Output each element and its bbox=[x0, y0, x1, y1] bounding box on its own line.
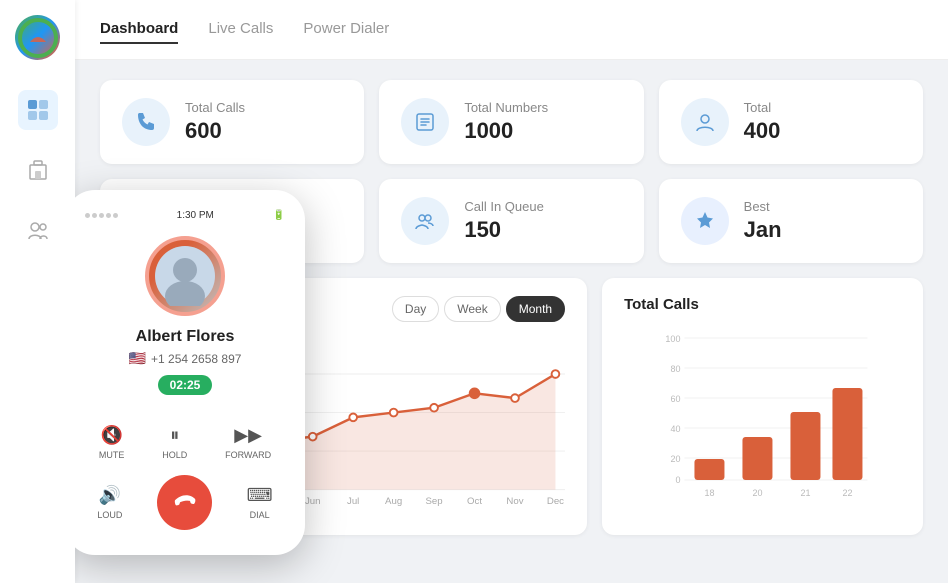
svg-text:22: 22 bbox=[843, 488, 853, 498]
phone-time: 1:30 PM bbox=[177, 210, 214, 221]
phone-status-bar: 1:30 PM 🔋 bbox=[80, 210, 290, 221]
svg-text:Jun: Jun bbox=[305, 496, 321, 507]
main-area: Dashboard Live Calls Power Dialer Total … bbox=[75, 0, 948, 583]
svg-text:60: 60 bbox=[671, 394, 681, 404]
call-queue-value: 150 bbox=[464, 217, 544, 243]
tab-live-calls[interactable]: Live Calls bbox=[208, 15, 273, 44]
svg-text:Aug: Aug bbox=[385, 496, 402, 507]
dial-button[interactable]: ⌨ DIAL bbox=[247, 485, 273, 520]
tab-power-dialer[interactable]: Power Dialer bbox=[303, 15, 389, 44]
svg-text:0: 0 bbox=[676, 475, 681, 485]
mute-icon: 🔇 bbox=[100, 425, 122, 446]
forward-button[interactable]: ▶▶ FORWARD bbox=[225, 425, 271, 460]
app-logo bbox=[15, 15, 60, 60]
total-agents-value: 400 bbox=[744, 118, 781, 144]
bar-chart-area: 100 80 60 40 20 0 bbox=[624, 328, 901, 508]
svg-text:20: 20 bbox=[753, 488, 763, 498]
hangup-button[interactable] bbox=[157, 475, 212, 530]
agents-icon bbox=[681, 98, 729, 146]
total-calls-label: Total Calls bbox=[185, 100, 245, 115]
top-nav: Dashboard Live Calls Power Dialer bbox=[75, 0, 948, 60]
best-value: Jan bbox=[744, 217, 782, 243]
svg-text:40: 40 bbox=[671, 424, 681, 434]
svg-text:Jul: Jul bbox=[347, 496, 359, 507]
period-month-button[interactable]: Month bbox=[506, 296, 565, 322]
phone-controls: 🔇 MUTE ⏸ HOLD ▶▶ FORWARD bbox=[80, 425, 290, 460]
svg-text:Dec: Dec bbox=[547, 496, 564, 507]
best-label: Best bbox=[744, 199, 782, 214]
svg-text:21: 21 bbox=[801, 488, 811, 498]
forward-icon: ▶▶ bbox=[234, 425, 262, 446]
signal-dots bbox=[85, 213, 118, 218]
svg-text:20: 20 bbox=[671, 454, 681, 464]
caller-number: 🇺🇸 +1 254 2658 897 bbox=[80, 350, 290, 367]
sidebar-item-users[interactable] bbox=[18, 210, 58, 250]
content-area: Total Calls 600 Total Numbers 1000 bbox=[75, 60, 948, 583]
total-calls-value: 600 bbox=[185, 118, 245, 144]
bar-chart-title: Total Calls bbox=[624, 296, 699, 313]
phone-icon bbox=[122, 98, 170, 146]
stat-total-numbers: Total Numbers 1000 bbox=[379, 80, 643, 164]
dial-icon: ⌨ bbox=[247, 485, 273, 506]
caller-avatar bbox=[145, 236, 225, 316]
star-icon bbox=[681, 197, 729, 245]
stats-row-1: Total Calls 600 Total Numbers 1000 bbox=[100, 80, 923, 164]
period-day-button[interactable]: Day bbox=[392, 296, 439, 322]
period-week-button[interactable]: Week bbox=[444, 296, 500, 322]
period-buttons: Day Week Month bbox=[392, 296, 565, 322]
total-numbers-label: Total Numbers bbox=[464, 100, 548, 115]
hold-button[interactable]: ⏸ HOLD bbox=[162, 425, 187, 460]
svg-text:Oct: Oct bbox=[467, 496, 482, 507]
phone-overlay: 1:30 PM 🔋 Albert Flores 🇺🇸 +1 254 2658 8… bbox=[75, 190, 305, 555]
hold-icon: ⏸ bbox=[170, 425, 179, 446]
flag-icon: 🇺🇸 bbox=[129, 350, 146, 367]
stat-call-queue: Call In Queue 150 bbox=[379, 179, 643, 263]
loud-icon: 🔊 bbox=[99, 485, 121, 506]
total-numbers-value: 1000 bbox=[464, 118, 548, 144]
sidebar bbox=[0, 0, 75, 583]
caller-name: Albert Flores bbox=[80, 328, 290, 346]
tab-dashboard[interactable]: Dashboard bbox=[100, 15, 178, 44]
call-queue-label: Call In Queue bbox=[464, 199, 544, 214]
stat-total-calls: Total Calls 600 bbox=[100, 80, 364, 164]
stat-total-agents: Total 400 bbox=[659, 80, 923, 164]
sidebar-item-building[interactable] bbox=[18, 150, 58, 190]
stat-best: Best Jan bbox=[659, 179, 923, 263]
loud-button[interactable]: 🔊 LOUD bbox=[97, 485, 122, 520]
total-agents-label: Total bbox=[744, 100, 781, 115]
mute-button[interactable]: 🔇 MUTE bbox=[99, 425, 125, 460]
svg-text:80: 80 bbox=[671, 364, 681, 374]
svg-text:18: 18 bbox=[705, 488, 715, 498]
svg-text:100: 100 bbox=[666, 334, 681, 344]
caller-avatar-wrap bbox=[80, 236, 290, 316]
queue-icon bbox=[401, 197, 449, 245]
battery-icon: 🔋 bbox=[273, 210, 285, 221]
numbers-icon bbox=[401, 98, 449, 146]
sidebar-item-dashboard[interactable] bbox=[18, 90, 58, 130]
bar-chart-card: Total Calls 100 80 60 40 20 0 bbox=[602, 278, 923, 535]
bar-chart-header: Total Calls bbox=[624, 296, 901, 313]
phone-actions: 🔊 LOUD ⌨ DIAL bbox=[80, 475, 290, 530]
svg-text:Sep: Sep bbox=[426, 496, 443, 507]
call-timer: 02:25 bbox=[158, 375, 213, 395]
svg-text:Nov: Nov bbox=[506, 496, 523, 507]
